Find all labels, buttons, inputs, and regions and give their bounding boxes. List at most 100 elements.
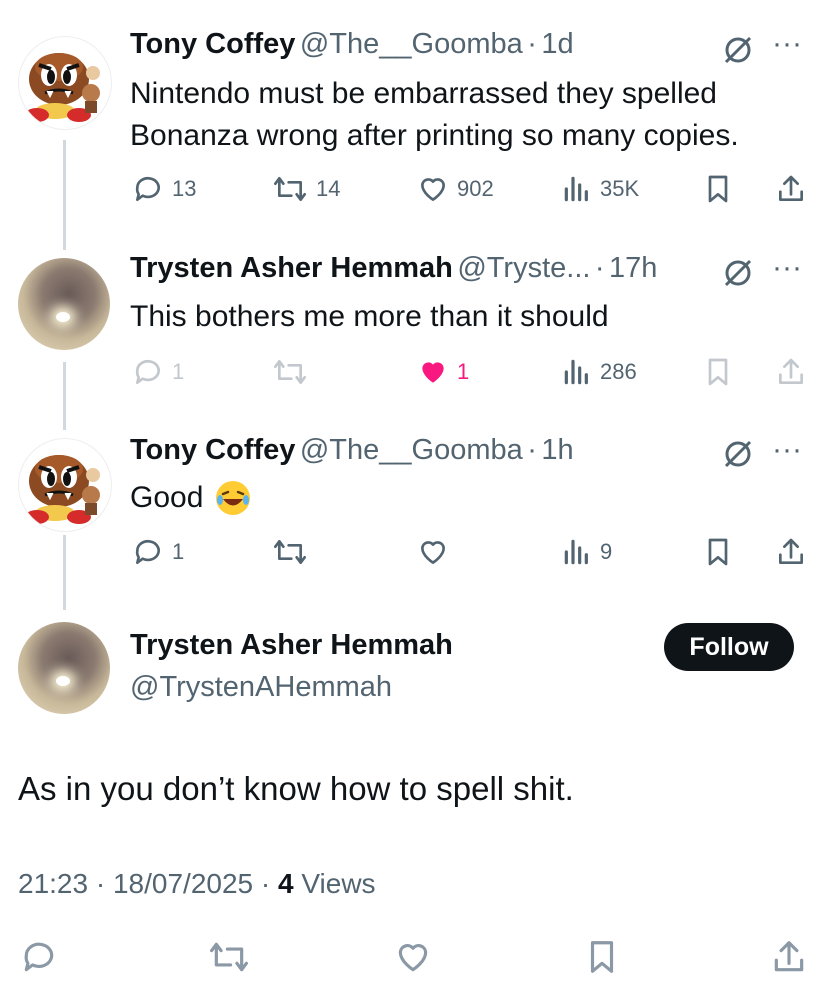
light-glare [56, 312, 70, 322]
reply-count: 1 [172, 539, 185, 564]
laughing-emoji-icon [216, 481, 251, 515]
grok-icon[interactable] [720, 436, 756, 477]
tweet-header: Tony Coffey @The__Goomba · 1d [130, 28, 574, 61]
avatar[interactable] [18, 438, 112, 532]
post-date[interactable]: 18/07/2025 [113, 868, 253, 899]
timestamp[interactable]: 17h [609, 252, 657, 284]
like-button[interactable]: 902 [417, 173, 494, 205]
avatar[interactable] [18, 258, 110, 350]
tweet-text: Nintendo must be embarrassed they spelle… [130, 73, 739, 157]
reply-button[interactable]: 1 [132, 356, 184, 388]
tweet-text: Good [130, 477, 253, 519]
reply-icon [135, 539, 160, 564]
avatar[interactable] [18, 36, 112, 130]
repost-count: 14 [316, 176, 341, 201]
bookmark-button[interactable] [584, 938, 620, 976]
tweet-text-line: Good [130, 481, 204, 514]
thread-line [63, 140, 66, 250]
author-handle[interactable]: @The__Goomba [300, 28, 523, 60]
views-count: 35K [600, 176, 640, 201]
heart-icon [421, 178, 445, 201]
grok-icon[interactable] [720, 255, 756, 296]
author-handle[interactable]: @Tryste... [457, 252, 590, 284]
views-chart-icon [564, 176, 588, 202]
share-icon [779, 538, 803, 564]
bookmark-icon [590, 941, 614, 973]
separator: · [594, 252, 605, 284]
author-name[interactable]: Trysten Asher Hemmah [130, 629, 453, 662]
like-button[interactable] [394, 938, 432, 976]
bookmark-button[interactable] [703, 536, 733, 568]
reply-count: 1 [172, 359, 185, 384]
repost-button[interactable] [272, 356, 308, 388]
author-handle[interactable]: @TrystenAHemmah [130, 671, 392, 704]
tweet-text: As in you don’t know how to spell shit. [18, 770, 574, 807]
views-count: 286 [600, 359, 637, 384]
repost-icon [274, 360, 306, 384]
bookmark-icon [708, 358, 728, 386]
share-button[interactable] [775, 356, 807, 388]
more-options-icon[interactable]: ··· [772, 253, 802, 283]
post-time[interactable]: 21:23 [18, 868, 88, 899]
separator: · [95, 868, 106, 899]
separator: · [527, 434, 537, 466]
views-button[interactable]: 9 [562, 536, 612, 568]
grok-icon[interactable] [720, 32, 756, 73]
repost-button[interactable] [208, 938, 250, 976]
reply-button[interactable]: 13 [132, 173, 196, 205]
repost-button[interactable]: 14 [272, 173, 340, 205]
goomba-avatar-image [25, 455, 100, 524]
repost-icon [274, 540, 306, 564]
reply-button[interactable]: 1 [132, 536, 184, 568]
share-icon [774, 941, 804, 972]
views-count: 9 [600, 539, 613, 564]
reply-icon [24, 942, 54, 972]
light-glare [56, 676, 70, 686]
author-name[interactable]: Trysten Asher Hemmah [130, 252, 453, 284]
heart-icon [421, 541, 445, 564]
more-options-icon[interactable]: ··· [772, 435, 802, 465]
heart-icon [398, 944, 428, 972]
tweet-meta: 21:23 · 18/07/2025 · 4 Views [18, 868, 376, 900]
share-button[interactable] [775, 536, 807, 568]
thread-line [63, 535, 66, 610]
author-name[interactable]: Tony Coffey [130, 28, 295, 60]
thread-line [63, 362, 66, 430]
tweet-text-line: Nintendo must be embarrassed they spelle… [130, 77, 717, 110]
more-options-icon[interactable]: ··· [772, 29, 802, 59]
like-count: 1 [457, 359, 470, 384]
reply-icon [135, 359, 160, 384]
reply-button[interactable] [20, 938, 58, 976]
heart-filled-icon [422, 362, 444, 383]
tweet-header: Trysten Asher Hemmah @Tryste... · 17h [130, 252, 657, 285]
bookmark-button[interactable] [703, 356, 733, 388]
avatar[interactable] [18, 622, 110, 714]
bookmark-icon [708, 175, 728, 203]
share-icon [779, 358, 803, 384]
timestamp[interactable]: 1h [541, 434, 573, 466]
tweet-header: Tony Coffey @The__Goomba · 1h [130, 434, 574, 467]
views-chart-icon [564, 359, 588, 385]
repost-button[interactable] [272, 536, 308, 568]
share-button[interactable] [770, 938, 808, 976]
tweet-text: This bothers me more than it should [130, 300, 609, 333]
like-button-liked[interactable]: 1 [417, 356, 469, 388]
goomba-avatar-image [25, 53, 100, 122]
views-chart-icon [564, 539, 588, 565]
author-handle[interactable]: @The__Goomba [300, 434, 523, 466]
follow-button[interactable]: Follow [664, 623, 794, 671]
repost-icon [209, 942, 248, 972]
share-button[interactable] [775, 173, 807, 205]
separator: · [260, 868, 271, 899]
share-icon [779, 175, 803, 201]
like-button[interactable] [417, 536, 449, 568]
bookmark-icon [708, 538, 728, 566]
like-count: 902 [457, 176, 494, 201]
views-count: 4 [278, 868, 294, 899]
views-button[interactable]: 286 [562, 356, 637, 388]
author-name[interactable]: Tony Coffey [130, 434, 295, 466]
bookmark-button[interactable] [703, 173, 733, 205]
reply-count: 13 [172, 176, 197, 201]
views-button[interactable]: 35K [562, 173, 639, 205]
timestamp[interactable]: 1d [541, 28, 573, 60]
